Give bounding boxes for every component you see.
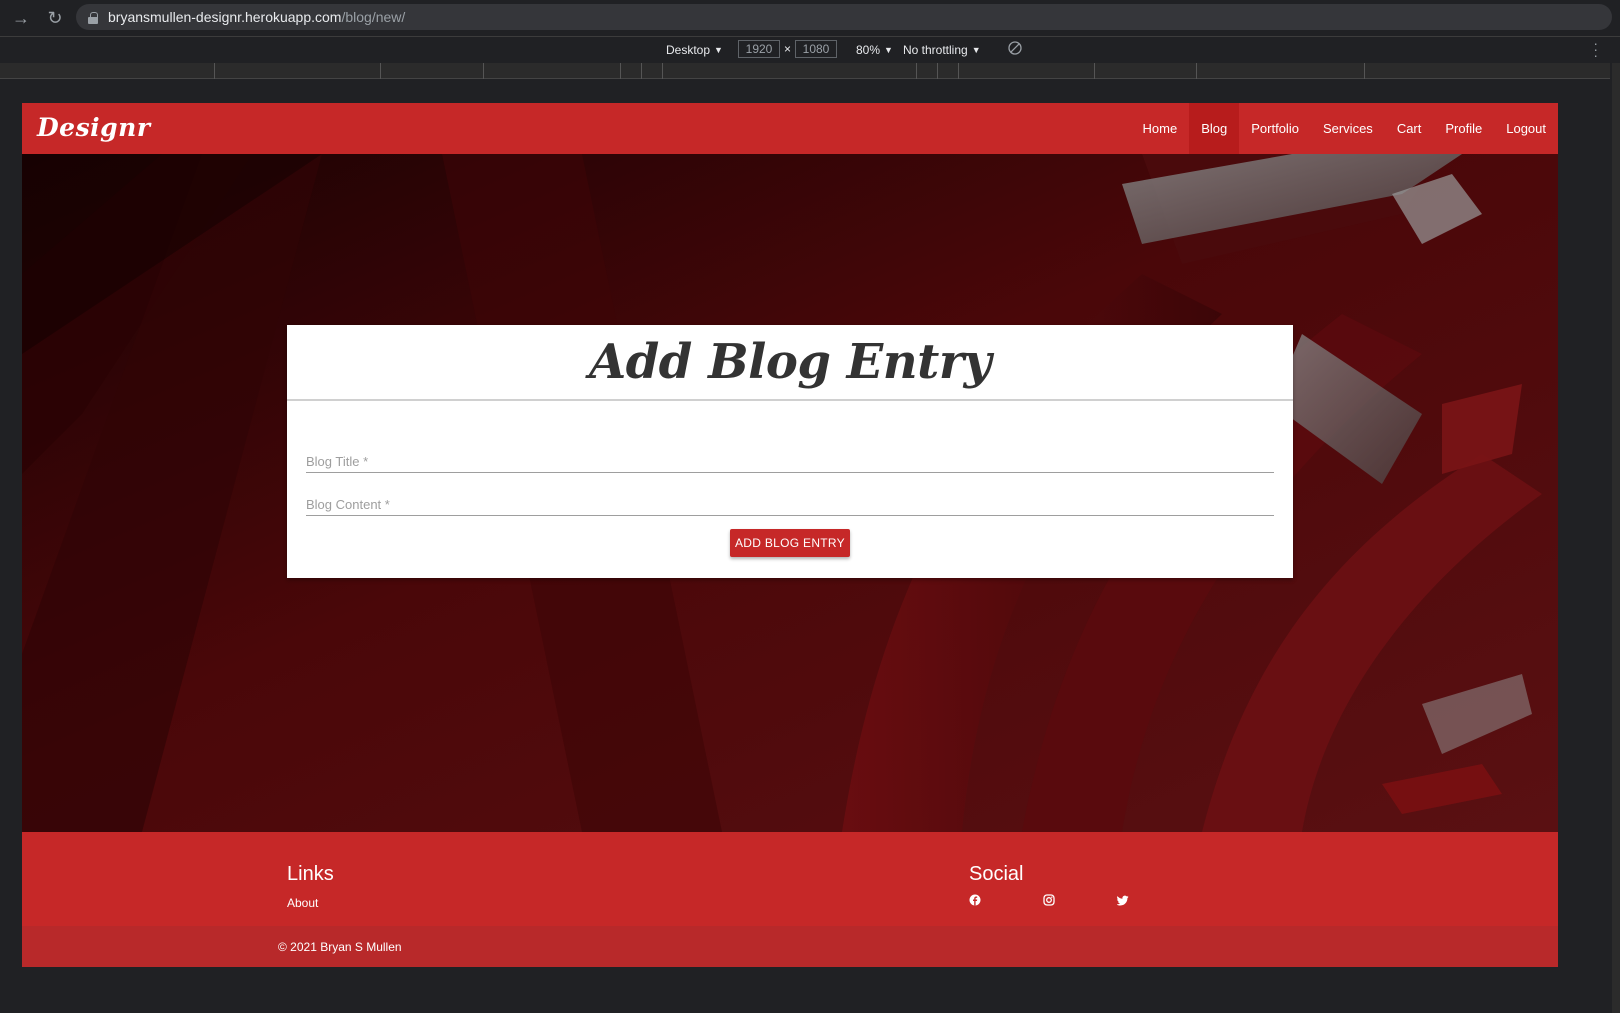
zoom-select[interactable]: 80% ▼ (856, 43, 893, 57)
more-options-icon[interactable]: · · · (1593, 36, 1598, 62)
nav-item-cart[interactable]: Cart (1385, 103, 1434, 154)
reload-icon[interactable]: ↻ (42, 5, 68, 31)
navbar: Designr Home Blog Portfolio Services Car… (22, 103, 1558, 154)
forward-icon[interactable]: → (8, 5, 34, 31)
throttling-label: No throttling (903, 43, 968, 57)
viewport-height-input[interactable]: 1080 (795, 40, 838, 58)
social-icons (969, 894, 1129, 906)
address-bar[interactable]: bryansmullen-designr.herokuapp.com/blog/… (76, 4, 1612, 30)
card-header: Add Blog Entry (287, 325, 1293, 401)
url-path: /blog/new/ (341, 9, 406, 25)
throttling-select[interactable]: No throttling ▼ (903, 43, 981, 57)
chevron-down-icon: ▼ (884, 45, 893, 55)
brand-logo[interactable]: Designr (37, 113, 151, 142)
page-viewport: Designr Home Blog Portfolio Services Car… (22, 103, 1558, 967)
footer-links-heading: Links (287, 863, 334, 885)
viewport-size: 1920 × 1080 (738, 40, 838, 58)
nav-item-logout[interactable]: Logout (1494, 103, 1558, 154)
copyright-text: © 2021 Bryan S Mullen (278, 939, 402, 954)
instagram-icon[interactable] (1043, 894, 1055, 906)
device-toolbar: Desktop ▼ 1920 × 1080 80% ▼ No throttling ▼… (0, 36, 1620, 62)
copyright-bar: © 2021 Bryan S Mullen (22, 926, 1558, 967)
scrollbar[interactable] (1612, 63, 1620, 1013)
nav-links: Home Blog Portfolio Services Cart Profil… (1131, 103, 1558, 154)
footer-social-section: Social (969, 863, 1129, 906)
add-blog-card: Add Blog Entry ADD BLOG ENTRY (287, 325, 1293, 578)
rotate-icon[interactable] (1008, 41, 1022, 55)
footer-links-section: Links About (287, 863, 334, 912)
footer: Links About Social © 2021 Bryan S Mullen (22, 832, 1558, 967)
zoom-label: 80% (856, 43, 881, 57)
device-label: Desktop (666, 43, 711, 57)
blog-title-input[interactable] (306, 443, 1274, 472)
add-blog-entry-button[interactable]: ADD BLOG ENTRY (730, 529, 850, 557)
nav-item-home[interactable]: Home (1131, 103, 1190, 154)
nav-item-portfolio[interactable]: Portfolio (1239, 103, 1311, 154)
blog-title-field (306, 443, 1274, 473)
blog-content-field (306, 486, 1274, 516)
viewport-width-input[interactable]: 1920 (738, 40, 780, 58)
footer-social-heading: Social (969, 863, 1024, 885)
facebook-icon[interactable] (969, 894, 981, 906)
about-link[interactable]: About (287, 896, 318, 910)
nav-item-services[interactable]: Services (1311, 103, 1385, 154)
nav-item-blog[interactable]: Blog (1189, 103, 1240, 154)
device-select[interactable]: Desktop ▼ (666, 43, 723, 57)
url-host: bryansmullen-designr.herokuapp.com (108, 9, 342, 25)
blog-content-input[interactable] (306, 486, 1274, 515)
nav-item-profile[interactable]: Profile (1433, 103, 1494, 154)
hero-background: Add Blog Entry ADD BLOG ENTRY (22, 154, 1558, 832)
twitter-icon[interactable] (1117, 894, 1129, 906)
times-label: × (784, 42, 792, 56)
browser-toolbar: → ↻ bryansmullen-designr.herokuapp.com/b… (0, 0, 1620, 36)
lock-icon (88, 11, 98, 24)
chevron-down-icon: ▼ (971, 45, 981, 55)
page-title: Add Blog Entry (588, 334, 992, 390)
media-query-ruler (0, 63, 1610, 79)
chevron-down-icon: ▼ (714, 45, 723, 55)
